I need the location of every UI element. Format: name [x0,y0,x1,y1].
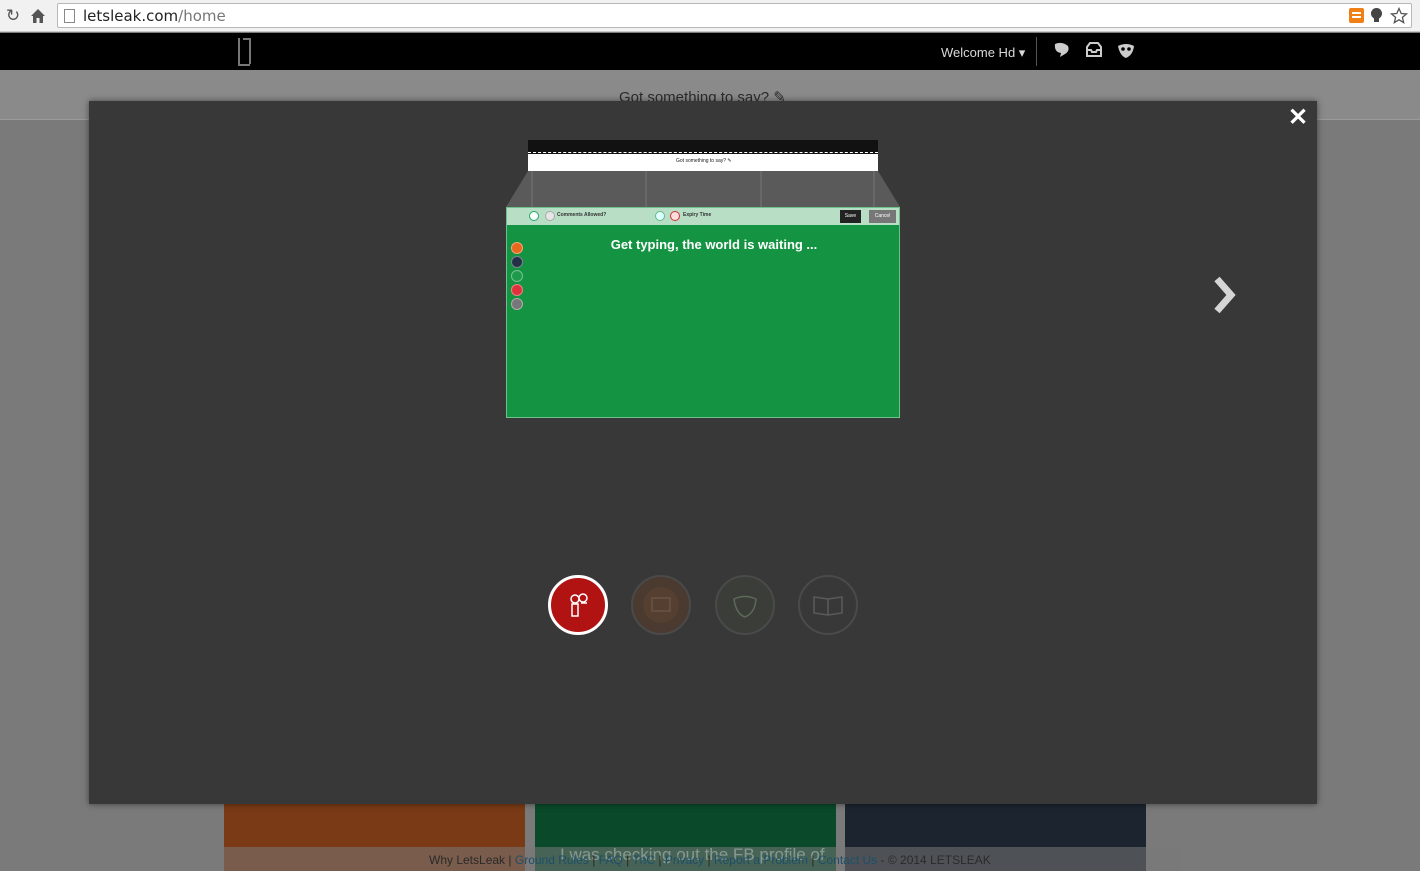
footer-sep: | [626,853,630,867]
check-icon [545,211,555,221]
step-post[interactable] [631,575,691,635]
preview-comments-label: Comments Allowed? [557,212,607,218]
url-host: letsleak.com [83,7,179,25]
footer-sep: | [592,853,596,867]
close-icon [670,211,680,221]
header-divider [1036,37,1037,66]
preview-toolbar: Comments Allowed? Expiry Time Save Cance… [507,208,899,225]
preview-backdrop [506,171,900,207]
color-swatch [511,256,523,268]
footer-copyright: - © 2014 LETSLEAK [880,853,991,867]
preview-cancel-button: Cancel [869,210,896,223]
home-icon[interactable] [27,5,49,27]
tutorial-screenshot: Got something to say? ✎ Comments Allowed… [506,140,900,420]
footer-sep: | [658,853,662,867]
footer-sep: | [811,853,815,867]
letsleak-logo[interactable] [238,38,251,66]
post-icon [643,587,679,623]
browser-toolbar: ↻ letsleak.com/home [0,0,1420,32]
check-icon [529,211,539,221]
mask-icon[interactable] [1116,41,1136,61]
inbox-icon[interactable] [1084,41,1104,61]
user-menu[interactable]: Welcome Hd ▾ [941,45,1025,61]
color-swatch [511,284,523,296]
check-icon [655,211,665,221]
step-people[interactable] [548,575,608,635]
chevron-right-icon[interactable] [1211,273,1241,317]
footer-link-ground-rules[interactable]: Ground Rules [515,853,589,867]
footer-link-report[interactable]: Report a Problem [714,853,808,867]
footer-sep: | [508,853,512,867]
footer-link-tnc[interactable]: TnC [632,853,655,867]
color-swatch [511,242,523,254]
preview-headline: Get typing, the world is waiting ... [610,237,818,252]
preview-divider [528,152,878,153]
url-path: /home [178,7,226,25]
address-bar[interactable]: letsleak.com/home [57,3,1412,28]
preview-save-button: Save [840,210,861,223]
footer-link-faq[interactable]: FAQ [599,853,623,867]
star-bookmark-icon[interactable] [1389,6,1409,24]
step-book[interactable] [798,575,858,635]
people-icon [570,593,588,617]
preview-expiry-label: Expiry Time [683,212,712,218]
page-icon [64,9,75,23]
close-icon[interactable]: ✕ [1288,103,1308,132]
step-mask[interactable] [715,575,775,635]
mask-icon [733,595,757,618]
preview-compose-text: Got something to say? ✎ [676,158,732,164]
footer-sep: | [707,853,711,867]
color-swatch [511,298,523,310]
chat-icon[interactable] [1052,41,1072,61]
rss-extension-icon[interactable] [1348,7,1365,24]
footer-link-contact[interactable]: Contact Us [818,853,877,867]
preview-editor: Comments Allowed? Expiry Time Save Cance… [506,207,900,418]
color-swatch [511,270,523,282]
book-icon [813,596,843,616]
footer-link-privacy[interactable]: Privacy [665,853,704,867]
reload-icon[interactable]: ↻ [2,5,24,27]
footer-links: Why LetsLeak | Ground Rules | FAQ | TnC … [429,853,991,867]
lightbulb-extension-icon[interactable] [1368,7,1385,24]
site-header: Welcome Hd ▾ [0,33,1420,70]
tutorial-modal: ✕ Got something to say? ✎ Comments Allow… [89,101,1317,804]
footer-link-why[interactable]: Why LetsLeak [429,853,505,867]
url-text[interactable]: letsleak.com/home [83,7,226,25]
